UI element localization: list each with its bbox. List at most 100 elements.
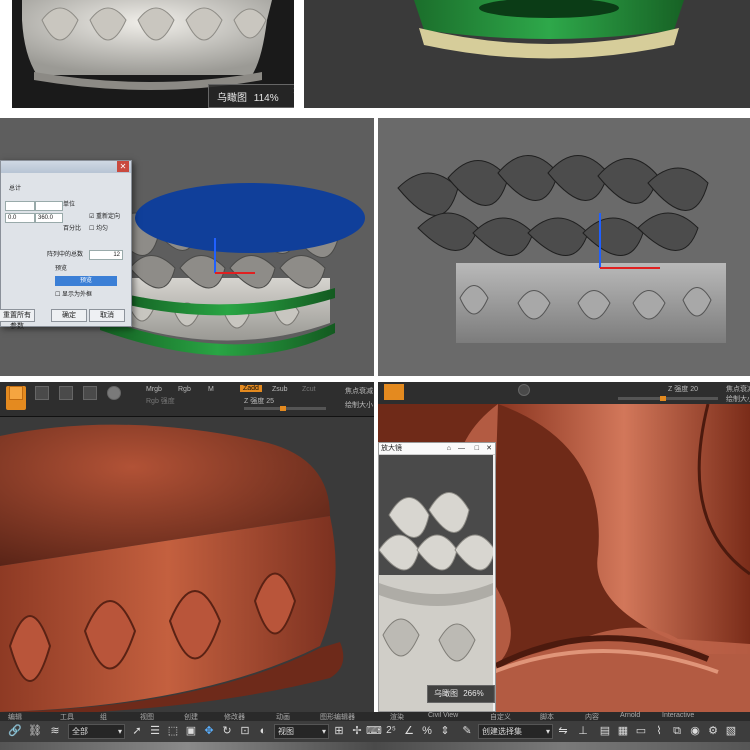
- array-count-field[interactable]: 12: [89, 250, 123, 260]
- maximize-icon[interactable]: □: [475, 443, 479, 454]
- menu-civil-view[interactable]: Civil View: [428, 712, 458, 719]
- menu-tools[interactable]: 工具: [60, 712, 74, 722]
- lightbox-button[interactable]: [384, 384, 404, 400]
- menu-create[interactable]: 创建: [184, 712, 198, 722]
- schematic-view-icon[interactable]: ⧉: [670, 724, 684, 738]
- polypaint-button[interactable]: [32, 386, 52, 410]
- move-button[interactable]: [458, 384, 478, 400]
- ok-button[interactable]: 确定: [51, 309, 87, 322]
- render-setup-icon[interactable]: ⚙: [706, 724, 720, 738]
- mrgb-toggle[interactable]: Mrgb: [146, 386, 162, 393]
- menu-customize[interactable]: 自定义: [490, 712, 511, 722]
- percent-snap-icon[interactable]: %: [420, 724, 434, 738]
- dialog-titlebar[interactable]: ✕: [1, 161, 131, 173]
- unlink-icon[interactable]: ⛓: [28, 724, 42, 738]
- field-1[interactable]: [5, 201, 35, 211]
- z-intensity-slider[interactable]: [244, 406, 326, 411]
- minimize-icon[interactable]: —: [458, 443, 465, 454]
- max-viewport-right[interactable]: [378, 118, 750, 376]
- focal-label: 焦点衰减: [345, 388, 373, 395]
- material-editor-icon[interactable]: ◉: [688, 724, 702, 738]
- selection-filter-dropdown[interactable]: 全部 ▾: [68, 724, 125, 739]
- m-toggle[interactable]: M: [208, 386, 214, 393]
- curve-editor-icon[interactable]: ⌇: [652, 724, 666, 738]
- pivot-icon[interactable]: ⊞: [332, 724, 346, 738]
- scene-explorer-icon[interactable]: ▦: [616, 724, 630, 738]
- slider-handle[interactable]: [280, 406, 286, 411]
- zadd-toggle[interactable]: Zadd: [240, 385, 262, 392]
- angle-snap-icon[interactable]: ∠: [402, 724, 416, 738]
- spinner-snap-icon[interactable]: ⇕: [438, 724, 452, 738]
- menu-group[interactable]: 组: [100, 712, 107, 722]
- zoom-badge[interactable]: 乌瞰图 114% ✕: [208, 84, 294, 108]
- reset-button[interactable]: 重置所有参数: [0, 309, 35, 330]
- draw-size-label: 绘制大小: [726, 396, 750, 403]
- menu-content[interactable]: 内容: [585, 712, 599, 722]
- magnifier-titlebar[interactable]: 放大镜 ⌂ — □ ✕: [379, 443, 495, 455]
- move-icon[interactable]: ✥: [202, 724, 216, 738]
- slider-handle[interactable]: [660, 396, 666, 401]
- rotate-icon[interactable]: ↻: [220, 724, 234, 738]
- lightbox-button[interactable]: [6, 386, 26, 410]
- magnifier-zoom-badge[interactable]: 乌瞰图 266%: [427, 685, 495, 703]
- menu-arnold[interactable]: Arnold: [620, 712, 640, 719]
- render-frame-icon[interactable]: ▧: [724, 724, 738, 738]
- z-intensity-slider[interactable]: [618, 396, 718, 401]
- move-button[interactable]: [80, 386, 100, 410]
- material-button[interactable]: [514, 384, 534, 400]
- keyboard-shortcut-icon[interactable]: ⌨: [366, 724, 382, 738]
- link-icon[interactable]: 🔗: [8, 724, 22, 738]
- rect-selection-icon[interactable]: ⬚: [166, 724, 180, 738]
- bind-icon[interactable]: ≋: [48, 724, 62, 738]
- field-3[interactable]: 0.0: [5, 213, 35, 223]
- menu-animation[interactable]: 动画: [276, 712, 290, 722]
- named-selection-set-dropdown[interactable]: 创建选择集 ▾: [478, 724, 553, 739]
- close-icon[interactable]: ✕: [117, 161, 129, 172]
- reference-coord-dropdown[interactable]: 视图 ▾: [274, 724, 329, 739]
- close-icon[interactable]: ✕: [292, 86, 294, 97]
- select-manipulate-icon[interactable]: ✢: [350, 724, 364, 738]
- shirt-icon[interactable]: ⌂: [447, 443, 451, 454]
- total-label: 总计: [9, 186, 22, 192]
- clay-sculpt-render: [0, 424, 344, 712]
- menu-interactive[interactable]: Interactive: [662, 712, 694, 719]
- close-icon[interactable]: ✕: [486, 443, 492, 454]
- align-icon[interactable]: ⊥: [576, 724, 590, 738]
- magnifier-window[interactable]: 放大镜 ⌂ — □ ✕ 乌瞰图 266%: [378, 442, 496, 712]
- window-crossing-icon[interactable]: ▣: [184, 724, 198, 738]
- scale-icon[interactable]: ⊡: [238, 724, 252, 738]
- menu-edit[interactable]: 编辑: [8, 712, 22, 722]
- mirror-icon[interactable]: ⇋: [556, 724, 570, 738]
- field-2[interactable]: [35, 201, 63, 211]
- select-object-icon[interactable]: ➚: [130, 724, 144, 738]
- angle-field[interactable]: 360.0: [35, 213, 63, 223]
- scale-button[interactable]: [482, 384, 502, 400]
- cancel-button[interactable]: 取消: [89, 309, 125, 322]
- rgb-toggle[interactable]: Rgb: [178, 386, 191, 393]
- zcut-toggle[interactable]: Zcut: [302, 386, 316, 393]
- edit-button[interactable]: [410, 384, 430, 400]
- placement-icon[interactable]: ◐: [256, 724, 270, 738]
- menu-rendering[interactable]: 渲染: [390, 712, 404, 722]
- edit-button[interactable]: [56, 386, 76, 410]
- selection-filter-value: 全部: [72, 727, 88, 736]
- divider: [0, 108, 750, 118]
- zbrush-toolbar: Mrgb Rgb M Zadd Zsub Zcut Rgb 强度 Z 强度 25…: [0, 382, 374, 417]
- zbrush-viewport-right[interactable]: Z 强度 20 焦点衰减 绘制大小 放大镜 ⌂ — □ ✕: [378, 382, 750, 712]
- select-by-name-icon[interactable]: ☰: [148, 724, 162, 738]
- zsub-toggle[interactable]: Zsub: [272, 386, 288, 393]
- snap-2-5-icon[interactable]: 2⁵: [384, 724, 398, 738]
- edit-named-sel-icon[interactable]: ✎: [460, 724, 474, 738]
- material-button[interactable]: [104, 386, 124, 410]
- max-viewport-left[interactable]: ✕ 总计 单位 360.0 ☑ 重新定向 0.0 百分比 ☐ 均匀 阵列中的总数…: [0, 118, 374, 376]
- zbrush-viewport-left[interactable]: Mrgb Rgb M Zadd Zsub Zcut Rgb 强度 Z 强度 25…: [0, 382, 374, 712]
- menu-graph-editors[interactable]: 图形编辑器: [320, 712, 355, 722]
- menu-views[interactable]: 视图: [140, 712, 154, 722]
- array-dialog[interactable]: ✕ 总计 单位 360.0 ☑ 重新定向 0.0 百分比 ☐ 均匀 阵列中的总数…: [0, 160, 132, 330]
- draw-button[interactable]: [434, 384, 454, 400]
- preview-button[interactable]: 预览: [55, 276, 117, 286]
- ribbon-icon[interactable]: ▭: [634, 724, 648, 738]
- menu-modifiers[interactable]: 修改器: [224, 712, 245, 722]
- menu-scripting[interactable]: 脚本: [540, 712, 554, 722]
- layer-explorer-icon[interactable]: ▤: [598, 724, 612, 738]
